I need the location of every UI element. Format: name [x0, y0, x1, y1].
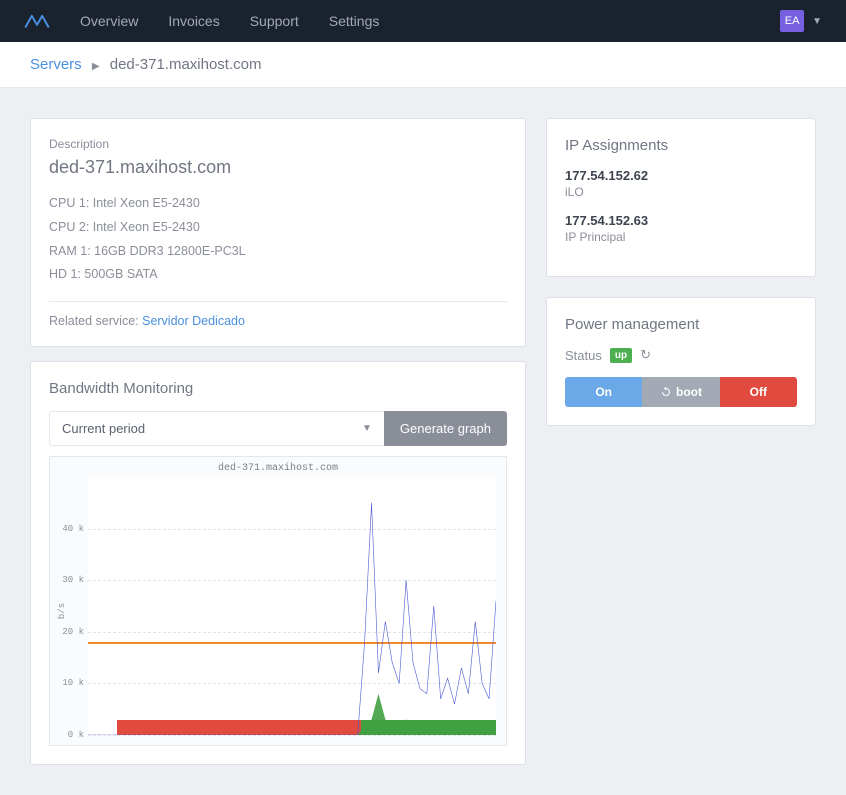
bandwidth-panel: Bandwidth Monitoring Current period ▼ Ge… — [30, 361, 526, 765]
related-service-link[interactable]: Servidor Dedicado — [142, 314, 245, 328]
generate-graph-button[interactable]: Generate graph — [384, 411, 507, 446]
ip-address: 177.54.152.62 — [565, 168, 797, 183]
period-select[interactable]: Current period ▼ — [49, 411, 384, 446]
status-badge: up — [610, 348, 632, 363]
ip-role: iLO — [565, 185, 797, 199]
breadcrumb: Servers ▶ ded-371.maxihost.com — [0, 42, 846, 88]
ip-assignment: 177.54.152.63 IP Principal — [565, 213, 797, 244]
y-tick: 30 k — [62, 575, 84, 585]
refresh-icon[interactable]: ↻ — [640, 347, 651, 363]
brand-logo — [24, 12, 50, 30]
spec-line: CPU 1: Intel Xeon E5-2430 — [49, 192, 507, 216]
reboot-cursor-icon — [660, 386, 672, 398]
breadcrumb-current: ded-371.maxihost.com — [110, 56, 262, 73]
chart-title: ded-371.maxihost.com — [50, 463, 506, 474]
breadcrumb-root[interactable]: Servers — [30, 56, 82, 73]
ip-title: IP Assignments — [565, 137, 797, 154]
y-axis-label: b/s — [57, 603, 67, 619]
usage-band-green — [361, 720, 496, 735]
power-title: Power management — [565, 316, 797, 333]
ip-assignments-panel: IP Assignments 177.54.152.62 iLO 177.54.… — [546, 118, 816, 277]
ip-role: IP Principal — [565, 230, 797, 244]
ip-address: 177.54.152.63 — [565, 213, 797, 228]
bandwidth-chart: ded-371.maxihost.com b/s 0 k 10 k 20 k 30 k… — [49, 456, 507, 746]
divider — [49, 301, 507, 302]
status-label: Status — [565, 348, 602, 363]
top-nav: Overview Invoices Support Settings EA ▼ — [0, 0, 846, 42]
power-management-panel: Power management Status up ↻ On boot Off — [546, 297, 816, 426]
nav-settings[interactable]: Settings — [329, 13, 380, 29]
server-hostname: ded-371.maxihost.com — [49, 157, 507, 178]
nav-invoices[interactable]: Invoices — [168, 13, 219, 29]
spec-line: HD 1: 500GB SATA — [49, 263, 507, 287]
y-tick: 10 k — [62, 678, 84, 688]
y-tick: 20 k — [62, 627, 84, 637]
user-menu-caret-icon[interactable]: ▼ — [812, 16, 822, 27]
breadcrumb-separator-icon: ▶ — [92, 61, 100, 72]
description-panel: Description ded-371.maxihost.com CPU 1: … — [30, 118, 526, 347]
reboot-label: boot — [676, 385, 702, 399]
nav-support[interactable]: Support — [250, 13, 299, 29]
power-on-button[interactable]: On — [565, 377, 642, 407]
spec-line: CPU 2: Intel Xeon E5-2430 — [49, 216, 507, 240]
period-selected-value: Current period — [62, 421, 145, 436]
bandwidth-title: Bandwidth Monitoring — [49, 380, 507, 397]
y-tick: 0 k — [68, 730, 84, 740]
related-service-label: Related service: — [49, 314, 139, 328]
nav-overview[interactable]: Overview — [80, 13, 138, 29]
power-reboot-button[interactable]: boot — [642, 377, 719, 407]
ip-assignment: 177.54.152.62 iLO — [565, 168, 797, 199]
user-avatar[interactable]: EA — [780, 10, 804, 32]
chevron-down-icon: ▼ — [362, 423, 372, 434]
spec-line: RAM 1: 16GB DDR3 12800E-PC3L — [49, 240, 507, 264]
power-off-button[interactable]: Off — [720, 377, 797, 407]
power-button-group: On boot Off — [565, 377, 797, 407]
y-tick: 40 k — [62, 524, 84, 534]
description-label: Description — [49, 137, 507, 151]
